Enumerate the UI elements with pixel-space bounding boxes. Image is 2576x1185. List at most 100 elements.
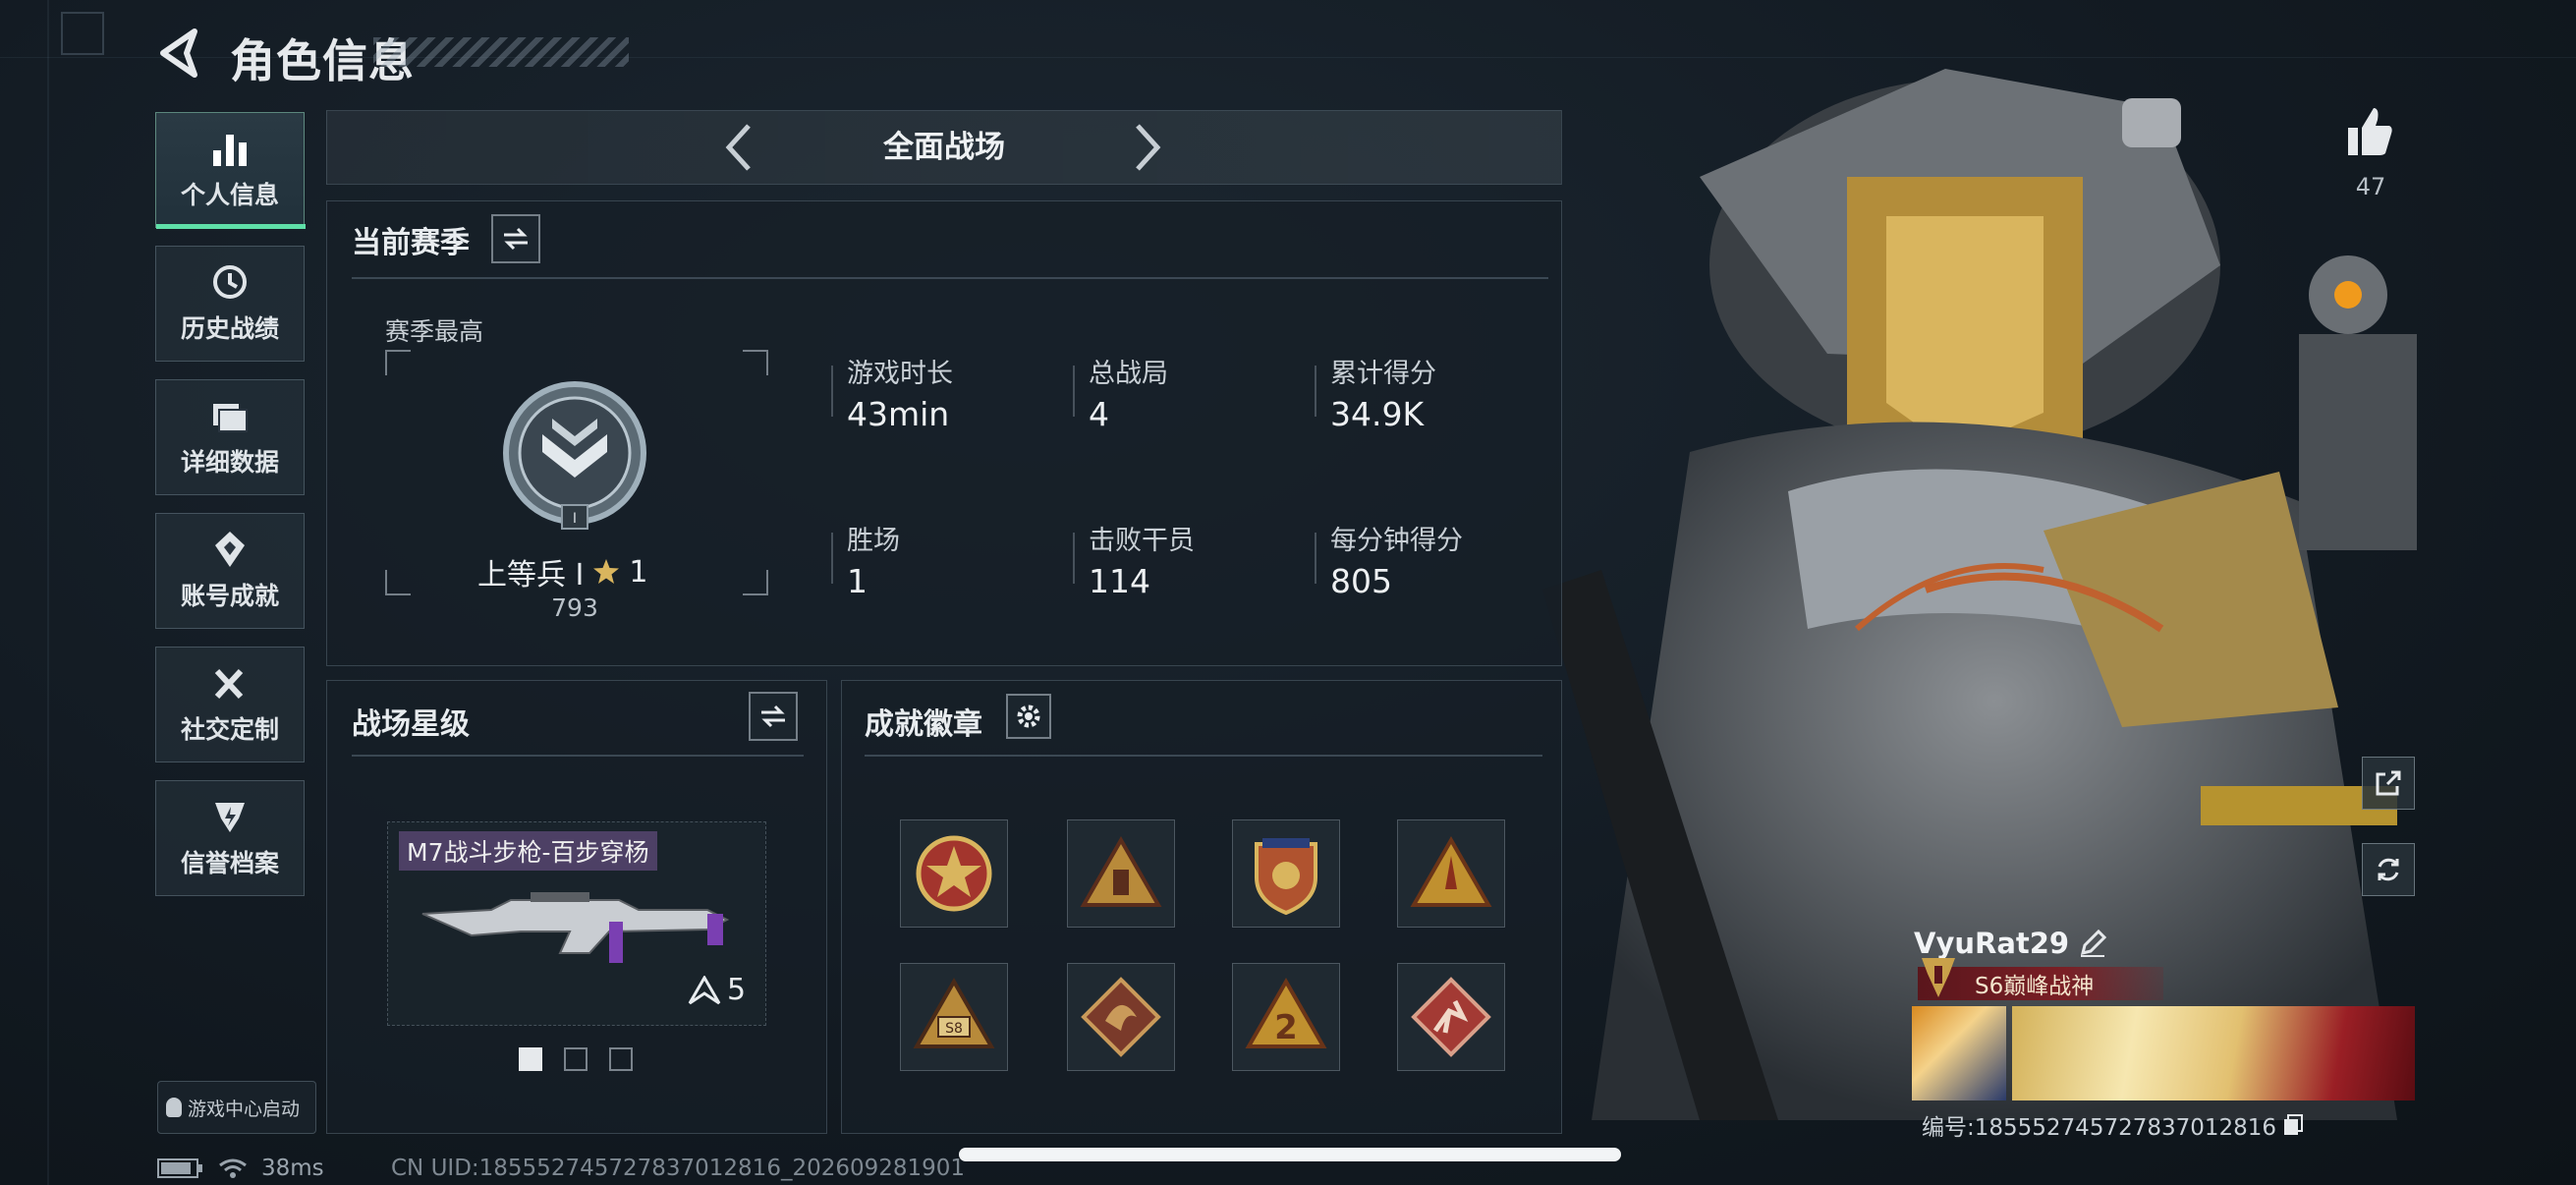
- frame-corner: [385, 570, 411, 595]
- copy-icon[interactable]: [2282, 1113, 2304, 1137]
- stat-value: 805: [1330, 562, 1392, 600]
- bg-line: [47, 0, 49, 1185]
- prev-mode-arrow-icon[interactable]: [721, 120, 755, 175]
- home-indicator[interactable]: [959, 1148, 1621, 1161]
- rank-name: 上等兵 Ⅰ: [477, 558, 585, 592]
- stat-label: 总战局: [1089, 359, 1168, 389]
- title-emblem-icon: [1922, 958, 1955, 997]
- stat-value: 1: [847, 562, 868, 600]
- stat-value: 34.9K: [1330, 395, 1425, 433]
- frame-corner: [385, 350, 411, 375]
- stat-divider: [1073, 533, 1075, 584]
- achievement-icon: [215, 532, 245, 567]
- svg-text:I: I: [573, 511, 577, 527]
- like-count: 47: [2355, 173, 2386, 200]
- frame-corner: [743, 570, 768, 595]
- player-name-row: VyuRat29: [1914, 924, 2405, 963]
- wifi-icon: [219, 1158, 247, 1178]
- back-arrow-icon[interactable]: [155, 26, 204, 81]
- bg-corner-mark: [61, 12, 104, 55]
- sidebar-item-label: 社交定制: [180, 715, 279, 744]
- thumbs-up-icon[interactable]: [2344, 104, 2393, 159]
- frame-corner: [743, 350, 768, 375]
- rank-score: 793: [551, 593, 598, 622]
- badges-settings-button[interactable]: [1006, 694, 1051, 739]
- stat-label: 击败干员: [1089, 526, 1195, 556]
- refresh-button[interactable]: [2362, 843, 2415, 896]
- sidebar-item-detailed-data[interactable]: 详细数据: [155, 379, 305, 495]
- star-level-title: 战场星级: [352, 707, 470, 742]
- nameplate-banner: [2012, 1006, 2415, 1100]
- bar-chart-icon: [213, 135, 247, 166]
- tools-icon: [214, 668, 244, 700]
- stat-label: 游戏时长: [847, 359, 953, 389]
- edit-pencil-icon[interactable]: [2079, 930, 2107, 957]
- stat-divider: [1315, 533, 1316, 584]
- level-chevron-icon: [688, 975, 721, 1004]
- sidebar-item-credit[interactable]: 信誉档案: [155, 780, 305, 896]
- runner-badge-icon[interactable]: [1397, 963, 1505, 1071]
- sidebar-item-label: 详细数据: [180, 448, 279, 477]
- rocket-badge-icon[interactable]: [1397, 819, 1505, 928]
- game-center-icon: [166, 1098, 182, 1117]
- divider: [865, 755, 1542, 757]
- stat-value: 4: [1089, 395, 1109, 433]
- refresh-icon: [2378, 858, 2399, 881]
- sidebar-item-label: 个人信息: [180, 181, 279, 209]
- sidebar-item-history[interactable]: 历史战绩: [155, 246, 305, 362]
- credit-icon: [215, 803, 245, 832]
- rank-stars: 1: [629, 554, 648, 590]
- divider: [352, 755, 804, 757]
- season-switch-button[interactable]: [491, 214, 540, 263]
- next-mode-arrow-icon[interactable]: [1132, 120, 1165, 175]
- season-title: 当前赛季: [352, 226, 470, 260]
- sidebar-item-achievements[interactable]: 账号成就: [155, 513, 305, 629]
- svg-text:2: 2: [1274, 1008, 1298, 1047]
- stat-divider: [1315, 366, 1316, 417]
- s8-badge-icon[interactable]: S8: [900, 963, 1008, 1071]
- avatar[interactable]: [1912, 1006, 2006, 1100]
- sidebar-item-label: 账号成就: [180, 582, 279, 610]
- history-icon: [213, 265, 247, 299]
- star-icon: [593, 559, 620, 584]
- rank-name-row: 上等兵 Ⅰ 1: [477, 550, 674, 593]
- sidebar-item-label: 信誉档案: [180, 849, 279, 877]
- stat-divider: [831, 366, 833, 417]
- page-dot[interactable]: [564, 1047, 588, 1071]
- share-icon: [2376, 770, 2401, 796]
- weapon-level: 5: [727, 973, 747, 1007]
- folder-icon: [213, 404, 248, 432]
- svg-text:S8: S8: [945, 1021, 963, 1037]
- swap-icon: [504, 227, 528, 251]
- page-dot[interactable]: [609, 1047, 633, 1071]
- battery-icon: [157, 1158, 202, 1178]
- stat-value: 114: [1089, 562, 1150, 600]
- stat-label: 胜场: [847, 526, 900, 556]
- badges-title: 成就徽章: [865, 707, 982, 742]
- season-best-label: 赛季最高: [385, 317, 484, 346]
- sidebar-item-label: 历史战绩: [180, 314, 279, 343]
- number-two-badge-icon[interactable]: 2: [1232, 963, 1340, 1071]
- weapon-name: M7战斗步枪-百步穿杨: [399, 831, 657, 871]
- divider: [352, 277, 1548, 279]
- uid-text: CN UID:1855527457278370128​16_2026092819…: [391, 1156, 966, 1181]
- mode-label: 全面战场: [883, 130, 1005, 165]
- sidebar-item-personal-info[interactable]: 个人信息: [155, 112, 306, 229]
- page-dot-active[interactable]: [519, 1047, 542, 1071]
- star-level-switch-button[interactable]: [749, 692, 798, 741]
- weapon-level-row: 5: [688, 973, 746, 1007]
- title-badge-label: S6巅峰战神: [1975, 974, 2095, 999]
- sidebar-item-social[interactable]: 社交定制: [155, 647, 305, 762]
- game-center-button[interactable]: 游戏中心启动: [157, 1081, 316, 1134]
- crest-badge-icon[interactable]: [1232, 819, 1340, 928]
- game-center-label: 游戏中心启动: [188, 1098, 301, 1120]
- stat-divider: [831, 533, 833, 584]
- dragon-badge-icon[interactable]: [1067, 963, 1175, 1071]
- status-bar: 38ms: [157, 1156, 324, 1181]
- star-shield-badge-icon[interactable]: [900, 819, 1008, 928]
- player-id-row: 编号:1855527457278370128​16: [1922, 1108, 2304, 1142]
- stat-label: 每分钟得分: [1330, 526, 1463, 556]
- gear-icon: [1017, 705, 1040, 728]
- share-button[interactable]: [2362, 757, 2415, 810]
- triangle-badge-icon[interactable]: [1067, 819, 1175, 928]
